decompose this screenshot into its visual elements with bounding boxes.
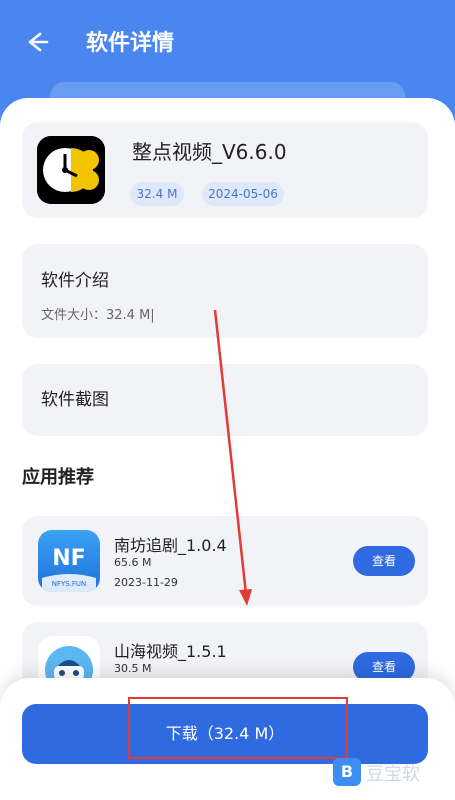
nanfang-app-icon: NF NFYS.FUN [38, 530, 100, 592]
highlight-box [128, 697, 348, 759]
app-icon [37, 136, 105, 204]
date-badge: 2024-05-06 [202, 182, 284, 206]
list-item[interactable]: NF NFYS.FUN 南坊追剧_1.0.4 65.6 M 2023-11-29… [22, 516, 428, 606]
rec-app-name: 山海视频_1.5.1 [114, 642, 227, 661]
back-arrow-icon[interactable] [22, 28, 50, 56]
watermark-logo-icon: B [333, 758, 361, 786]
intro-title: 软件介绍 [41, 271, 109, 291]
rec-app-name: 南坊追剧_1.0.4 [114, 536, 227, 555]
intro-card: 软件介绍 文件大小：32.4 M| [22, 244, 428, 338]
page-title: 软件详情 [86, 31, 175, 56]
size-badge: 32.4 M [130, 182, 184, 206]
rec-app-size: 65.6 M [114, 556, 152, 569]
app-name: 整点视频_V6.6.0 [132, 140, 287, 164]
watermark-text: 豆宝软 [366, 764, 420, 785]
app-info-card: 整点视频_V6.6.0 32.4 M 2024-05-06 [22, 122, 428, 218]
screenshots-card[interactable]: 软件截图 [22, 364, 428, 436]
rec-app-date: 2023-11-29 [114, 576, 178, 589]
view-button[interactable]: 查看 [353, 546, 415, 576]
recommend-title: 应用推荐 [22, 467, 94, 488]
nanfang-icon-text: NF [52, 546, 85, 571]
nanfang-icon-subtext: NFYS.FUN [52, 580, 87, 588]
rec-app-size: 30.5 M [114, 662, 152, 675]
screenshots-title: 软件截图 [41, 390, 109, 410]
file-size-text: 文件大小：32.4 M| [41, 308, 155, 323]
